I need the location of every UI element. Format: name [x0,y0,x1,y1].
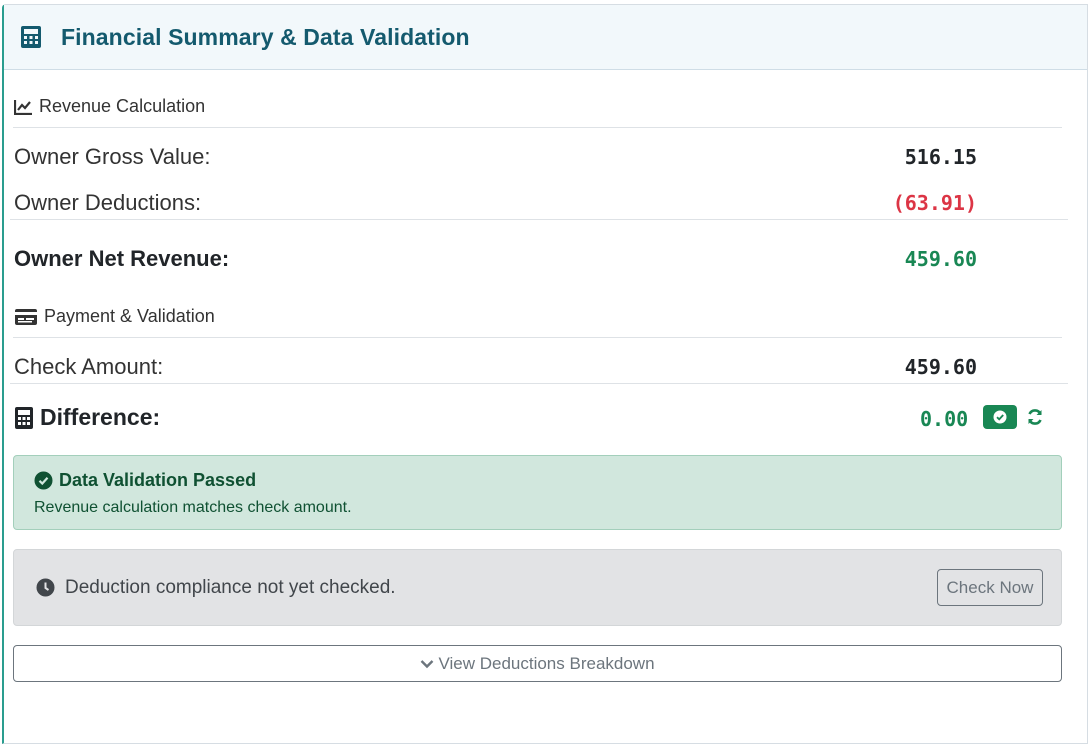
chart-line-icon [14,99,32,115]
calculator-icon [20,25,44,49]
check-amount-label: Check Amount: [14,354,164,379]
check-now-button[interactable]: Check Now [937,569,1043,606]
compliance-alert: Deduction compliance not yet checked. Ch… [13,549,1062,626]
net-revenue-value: 459.60 [904,247,977,271]
divider [13,337,1062,338]
payment-section-title: Payment & Validation [14,306,215,327]
gross-value: 516.15 [904,145,977,169]
difference-value: 0.00 [920,407,969,431]
refresh-icon[interactable] [1026,408,1044,431]
view-deductions-breakdown-button[interactable]: View Deductions Breakdown [13,645,1062,682]
credit-card-icon [15,308,37,325]
chevron-down-icon [421,659,434,668]
revenue-section-title: Revenue Calculation [14,96,205,117]
check-circle-icon [34,471,53,490]
clock-icon [36,578,55,597]
net-revenue-label: Owner Net Revenue: [14,246,230,271]
check-amount-value: 459.60 [904,355,977,379]
divider [10,219,1068,220]
divider [13,127,1062,128]
validation-success-alert: Data Validation Passed Revenue calculati… [13,455,1062,530]
validation-title: Data Validation Passed [59,470,257,490]
card-header: Financial Summary & Data Validation [4,5,1087,70]
card-title: Financial Summary & Data Validation [61,23,470,50]
validation-message: Revenue calculation matches check amount… [34,499,352,516]
validated-badge [983,405,1017,429]
gross-value-label: Owner Gross Value: [14,144,211,169]
deductions-value: (63.91) [892,191,977,215]
check-circle-icon [993,410,1007,424]
calculator-icon [15,406,33,429]
deductions-label: Owner Deductions: [14,190,202,215]
difference-label: Difference: [14,404,160,431]
divider [10,383,1068,384]
compliance-message: Deduction compliance not yet checked. [65,576,396,598]
